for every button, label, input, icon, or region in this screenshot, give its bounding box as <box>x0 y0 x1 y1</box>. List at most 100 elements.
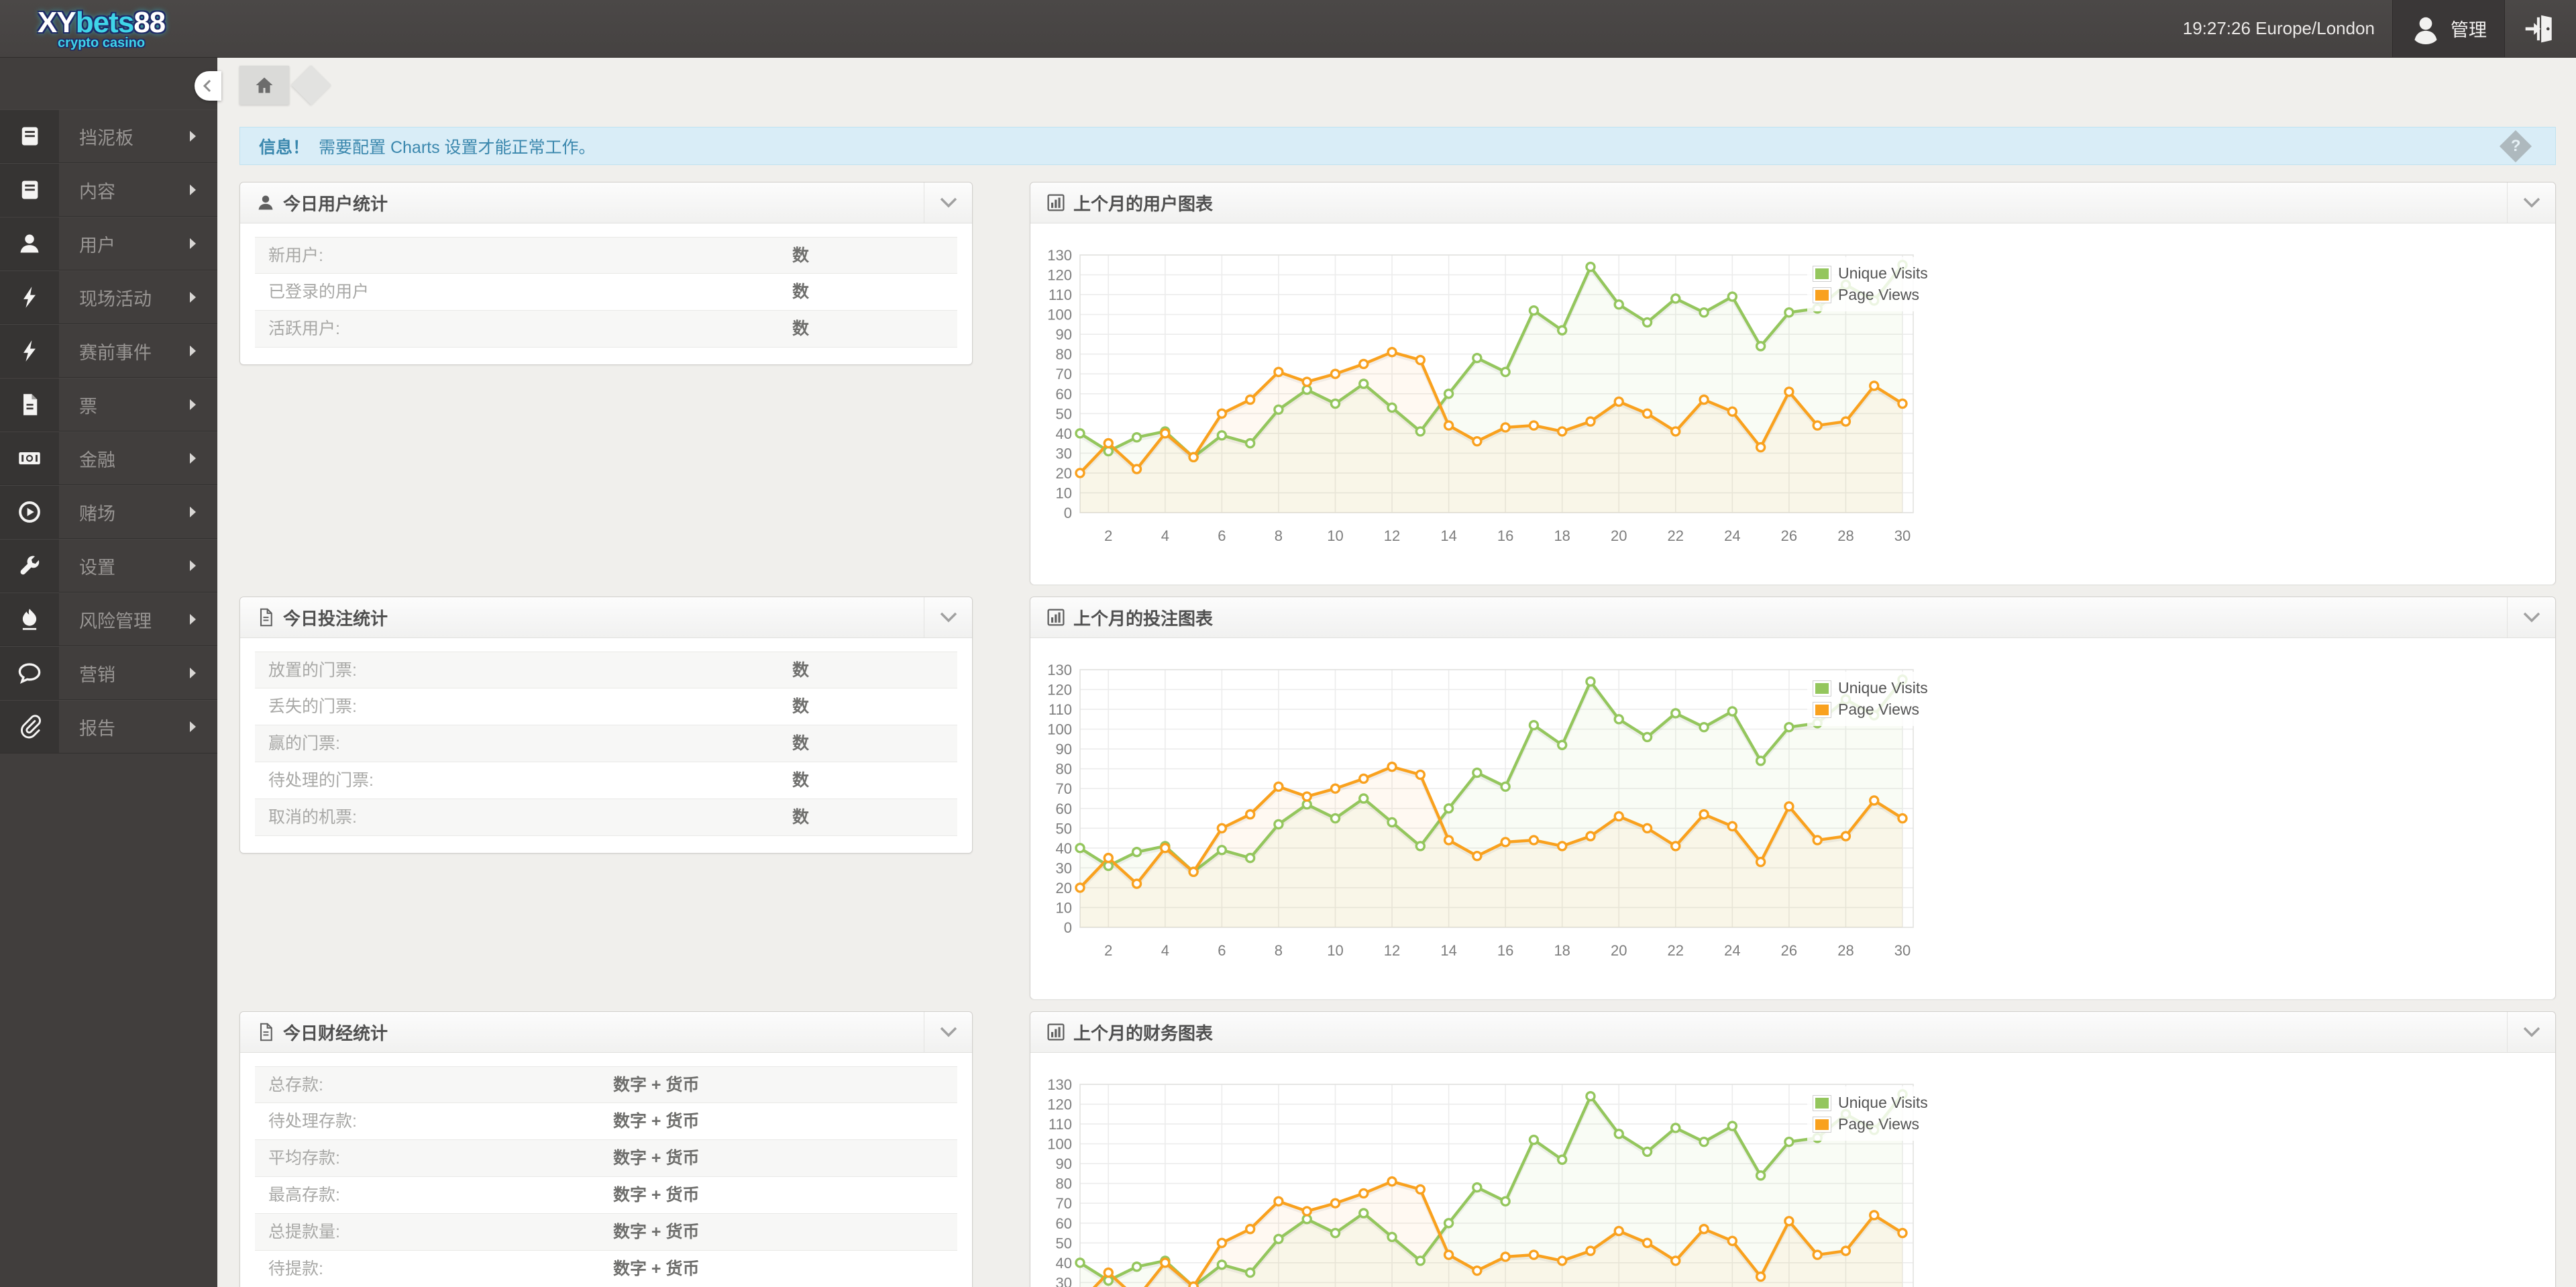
book-icon <box>0 164 59 216</box>
collapse-button[interactable] <box>2507 1012 2555 1052</box>
sidebar-item-risk-management[interactable]: 风险管理 <box>0 593 217 646</box>
row-users: 今日用户统计 新用户: 数已登录的用户数活跃用户: 数 上个月的用户图表 0 1… <box>239 182 2556 584</box>
svg-text:100: 100 <box>1047 721 1072 738</box>
collapse-button[interactable] <box>2507 597 2555 637</box>
svg-text:70: 70 <box>1056 780 1072 797</box>
legend-label: Page Views <box>1838 286 1920 303</box>
sidebar-item-label: 营销 <box>79 664 115 685</box>
sidebar-item-live-events[interactable]: 现场活动 <box>0 270 217 324</box>
file-icon <box>0 378 59 431</box>
sidebar-item-users[interactable]: 用户 <box>0 217 217 270</box>
chevron-left-icon <box>203 79 211 93</box>
sidebar-item-finance[interactable]: 金融 <box>0 431 217 485</box>
legend-item: Unique Visits <box>1813 1094 1928 1112</box>
chart-panel-bets: 上个月的投注图表 0 10 20 30 40 50 60 70 80 90 100 110 120 130… <box>1030 597 2556 999</box>
svg-text:0: 0 <box>1064 919 1072 936</box>
line-chart: 0102030405060708090100110120130246810121… <box>1047 1076 1914 1287</box>
svg-text:16: 16 <box>1497 942 1513 959</box>
sidebar-item-label: 内容 <box>79 181 115 202</box>
panel-title: 今日用户统计 <box>283 193 388 214</box>
row-bets: 今日投注统计 放置的门票: 数丢失的门票: 数赢的门票: 数待处理的门票: 数取消的机票… <box>239 597 2556 999</box>
sidebar-item-prematch-events[interactable]: 赛前事件 <box>0 324 217 378</box>
stat-value: 数 <box>792 697 809 716</box>
svg-text:24: 24 <box>1724 527 1740 544</box>
svg-text:120: 120 <box>1047 1096 1072 1113</box>
stat-value: 数 <box>792 319 809 338</box>
svg-text:60: 60 <box>1056 801 1072 817</box>
sidebar-item-settings[interactable]: 设置 <box>0 539 217 593</box>
chart-users: 0 10 20 30 40 50 60 70 80 90 100 110 120 130 2 4 6 8 10 12 1… <box>1030 223 2555 584</box>
stat-label: 总存款: <box>268 1076 323 1094</box>
collapse-button[interactable] <box>924 183 972 223</box>
admin-label: 管理 <box>2451 20 2487 40</box>
svg-text:18: 18 <box>1554 527 1570 544</box>
sidebar-item-label: 票 <box>79 396 97 417</box>
panel-betting-stats-header: 今日投注统计 <box>240 597 972 638</box>
chart-panel-users-header: 上个月的用户图表 <box>1030 183 2555 223</box>
svg-text:6: 6 <box>1218 942 1226 959</box>
svg-text:10: 10 <box>1056 899 1072 916</box>
chevron-right-icon <box>190 668 196 678</box>
stat-value: 数 <box>792 282 809 301</box>
table-row: 已登录的用户 数 <box>255 274 957 311</box>
legend-item: Page Views <box>1813 701 1928 719</box>
stat-label: 待处理的门票: <box>268 771 374 790</box>
sidebar-item-marketing[interactable]: 营销 <box>0 646 217 700</box>
svg-text:50: 50 <box>1056 1235 1072 1251</box>
breadcrumb <box>239 65 2576 105</box>
svg-text:70: 70 <box>1056 366 1072 382</box>
play-circle-icon <box>0 486 59 538</box>
svg-text:80: 80 <box>1056 1176 1072 1192</box>
chevron-right-icon <box>190 238 196 249</box>
svg-text:90: 90 <box>1056 326 1072 343</box>
svg-text:100: 100 <box>1047 307 1072 323</box>
app-logo[interactable]: XYbets88 crypto casino <box>38 7 166 50</box>
chart-panel-bets-header: 上个月的投注图表 <box>1030 597 2555 638</box>
panel-user-stats-header: 今日用户统计 <box>240 183 972 223</box>
sidebar-item-content[interactable]: 内容 <box>0 163 217 217</box>
sidebar-item-label: 现场活动 <box>79 289 152 309</box>
sidebar-item-label: 报告 <box>79 718 115 739</box>
svg-text:8: 8 <box>1275 527 1283 544</box>
svg-text:130: 130 <box>1047 247 1072 264</box>
sidebar-item-label: 金融 <box>79 450 115 470</box>
sidebar-collapse-toggle[interactable] <box>195 71 221 101</box>
collapse-button[interactable] <box>924 1012 972 1052</box>
svg-text:20: 20 <box>1056 465 1072 482</box>
svg-text:60: 60 <box>1056 1215 1072 1232</box>
chevron-right-icon <box>190 560 196 571</box>
svg-text:2: 2 <box>1104 527 1112 544</box>
chevron-down-icon <box>2523 612 2540 623</box>
svg-text:24: 24 <box>1724 942 1740 959</box>
chevron-right-icon <box>190 399 196 410</box>
sidebar: 挡泥板内容用户现场活动赛前事件票金融赌场 设置 风险管理营销报告 <box>0 58 217 1287</box>
stat-label: 丢失的门票: <box>268 697 357 716</box>
table-row: 放置的门票: 数 <box>255 652 957 688</box>
collapse-button[interactable] <box>924 597 972 637</box>
stats-table: 放置的门票: 数丢失的门票: 数赢的门票: 数待处理的门票: 数取消的机票: 数 <box>255 652 957 836</box>
legend-swatch <box>1813 701 1831 718</box>
chevron-down-icon <box>940 1027 957 1037</box>
admin-dashboard: XYbets88 crypto casino 19:27:26 Europe/L… <box>0 0 2576 1287</box>
line-chart: 0102030405060708090100110120130246810121… <box>1047 247 1914 544</box>
svg-text:20: 20 <box>1611 942 1627 959</box>
admin-menu-button[interactable]: 管理 <box>2392 0 2505 57</box>
sidebar-item-tickets[interactable]: 票 <box>0 378 217 431</box>
breadcrumb-home[interactable] <box>239 66 289 105</box>
logout-button[interactable] <box>2522 12 2556 46</box>
wrench-icon <box>0 539 59 592</box>
file-icon <box>260 1023 272 1041</box>
chevron-down-icon <box>940 197 957 208</box>
collapse-button[interactable] <box>2507 183 2555 223</box>
clock: 19:27:26 Europe/London <box>2182 18 2375 38</box>
stat-value: 数字 + 货币 <box>612 1076 700 1094</box>
svg-text:90: 90 <box>1056 1155 1072 1172</box>
sidebar-item-reports[interactable]: 报告 <box>0 700 217 754</box>
svg-text:130: 130 <box>1047 1076 1072 1093</box>
svg-text:12: 12 <box>1384 527 1400 544</box>
svg-text:30: 30 <box>1056 860 1072 876</box>
sidebar-item-dashboard[interactable]: 挡泥板 <box>0 109 217 163</box>
svg-text:20: 20 <box>1056 880 1072 896</box>
sidebar-item-casino[interactable]: 赌场 <box>0 485 217 539</box>
stat-label: 最高存款: <box>268 1186 340 1204</box>
